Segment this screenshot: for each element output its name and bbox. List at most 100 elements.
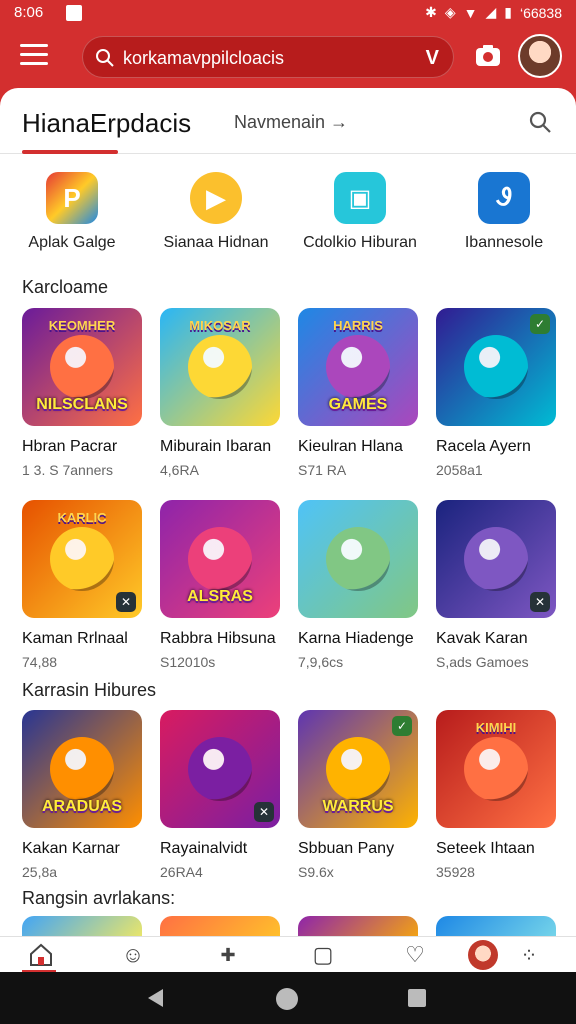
- game-meta: S9.6x: [298, 864, 334, 880]
- tab-active[interactable]: HianaErpdacis: [22, 108, 191, 139]
- search-input[interactable]: korkamavppilcloacis: [123, 48, 284, 69]
- search-icon: [96, 49, 114, 67]
- gamepad-icon[interactable]: ✚: [213, 941, 243, 969]
- status-time: 8:06: [14, 4, 44, 21]
- app-icon: P: [46, 172, 98, 224]
- game-tile[interactable]: MIKOSAR Miburain Ibaran 4,6RA: [160, 308, 280, 478]
- game-name: Hbran Pacrar: [22, 438, 118, 455]
- profile-avatar[interactable]: [466, 940, 500, 970]
- game-meta: 4,6RA: [160, 462, 199, 478]
- wifi-icon: ▼: [463, 4, 478, 21]
- game-name: Kavak Karan: [436, 630, 528, 647]
- game-tile[interactable]: KIMIHI Seteek Ihtaan 35928: [436, 710, 556, 880]
- game-meta: 1 3. S 7anners: [22, 462, 114, 478]
- game-tile[interactable]: Karna Hiadenge 7,9,6cs: [298, 500, 418, 670]
- game-tile[interactable]: KEOMHER NILSCLANS Hbran Pacrar 1 3. S 7anne…: [22, 308, 142, 478]
- game-thumbnail[interactable]: ALSRAS: [160, 500, 280, 618]
- game-name: Rabbra Hibsuna: [160, 630, 276, 647]
- avatar[interactable]: [518, 34, 562, 78]
- game-tile[interactable]: ✓ Racela Ayern 2058a1: [436, 308, 556, 478]
- game-name: Kieulran Hlana: [298, 438, 403, 455]
- game-icon: Ꮽ: [478, 172, 530, 224]
- bottom-nav: ☺ ✚ ▢ ♡ ⁘: [0, 936, 576, 973]
- game-thumbnail-partial[interactable]: [298, 916, 418, 936]
- game-character-art: [50, 335, 114, 399]
- game-name: Kakan Karnar: [22, 840, 120, 857]
- game-thumbnail-partial[interactable]: [22, 916, 142, 936]
- game-meta: S,ads Gamoes: [436, 654, 529, 670]
- game-character-art: [464, 335, 528, 399]
- game-tile[interactable]: ✕ Rayainalvidt 26RA4: [160, 710, 280, 880]
- game-logo-text: HARRIS: [333, 318, 383, 333]
- voice-search-icon[interactable]: V: [426, 47, 439, 70]
- game-tile[interactable]: KARLIC ✕ Kaman Rrlnaal 74,88: [22, 500, 142, 670]
- favorites-icon[interactable]: ♡: [400, 941, 430, 969]
- game-thumbnail[interactable]: HARRIS GAMES: [298, 308, 418, 426]
- game-meta: 26RA4: [160, 864, 203, 880]
- game-thumbnail[interactable]: KEOMHER NILSCLANS: [22, 308, 142, 426]
- game-name: Karna Hiadenge: [298, 630, 414, 647]
- vibrate-icon: ◈: [444, 4, 456, 20]
- tab-secondary[interactable]: Navmenain →: [234, 112, 348, 133]
- game-tile[interactable]: ALSRAS Rabbra Hibsuna S12010s: [160, 500, 280, 670]
- game-thumbnail[interactable]: ✕: [436, 500, 556, 618]
- quick-action-label: Sianaa Hidnan: [163, 234, 269, 251]
- quick-action[interactable]: P Aplak Galge: [0, 172, 144, 252]
- tool-icon: ✕: [116, 592, 136, 612]
- tool-icon: ✕: [530, 592, 550, 612]
- apps-icon[interactable]: ⁘: [514, 941, 544, 969]
- game-meta: S71 RA: [298, 462, 347, 478]
- menu-icon[interactable]: [20, 44, 48, 68]
- quick-action-label: Aplak Galge: [28, 234, 116, 251]
- battery-icon: ▮: [504, 4, 512, 20]
- ninja-icon[interactable]: ☺: [118, 941, 148, 969]
- section-title: Karcloame: [22, 277, 109, 297]
- game-thumbnail[interactable]: ARADUAS: [22, 710, 142, 828]
- game-tile[interactable]: HARRIS GAMES Kieulran Hlana S71 RA: [298, 308, 418, 478]
- game-thumbnail-partial[interactable]: [436, 916, 556, 936]
- bluetooth-icon: ✱: [425, 4, 437, 20]
- quick-action[interactable]: ▣ Cdolkio Hiburan: [288, 172, 432, 252]
- search-bar[interactable]: korkamavppilcloacis V: [82, 36, 454, 78]
- game-tile[interactable]: ✕ Kavak Karan S,ads Gamoes: [436, 500, 556, 670]
- game-thumbnail[interactable]: KIMIHI: [436, 710, 556, 828]
- game-thumbnail[interactable]: [298, 500, 418, 618]
- camera-icon[interactable]: [474, 42, 502, 70]
- library-icon[interactable]: ▢: [308, 941, 338, 969]
- game-thumbnail[interactable]: ✕: [160, 710, 280, 828]
- game-tile[interactable]: WARRUS ✓ Sbbuan Pany S9.6x: [298, 710, 418, 880]
- game-logo-text: MIKOSAR: [189, 318, 251, 333]
- status-icons: ✱ ◈ ▼ ◢ ▮ ‘66838: [425, 4, 562, 21]
- status-bar: 8:06 ✱ ◈ ▼ ◢ ▮ ‘66838: [0, 0, 576, 28]
- game-character-art: [326, 527, 390, 591]
- check-icon: ✓: [530, 314, 550, 334]
- game-logo-text: KIMIHI: [475, 720, 517, 735]
- game-thumbnail[interactable]: ✓: [436, 308, 556, 426]
- game-tile[interactable]: ARADUAS Kakan Karnar 25,8a: [22, 710, 142, 880]
- play-icon: ▶: [190, 172, 242, 224]
- search-icon[interactable]: [528, 110, 552, 134]
- tab-bar: HianaErpdacis Navmenain →: [0, 88, 576, 154]
- game-thumbnail-partial[interactable]: [160, 916, 280, 936]
- back-icon[interactable]: [148, 989, 163, 1007]
- recents-icon[interactable]: [408, 989, 426, 1007]
- quick-action[interactable]: ▶ Sianaa Hidnan: [144, 172, 288, 252]
- home-icon[interactable]: [26, 941, 56, 969]
- game-name: Sbbuan Pany: [298, 840, 395, 857]
- quick-actions: P Aplak Galge ▶ Sianaa Hidnan ▣ Cdolkio …: [0, 172, 576, 262]
- home-button-icon[interactable]: [276, 988, 298, 1010]
- game-name: Miburain Ibaran: [160, 438, 272, 455]
- game-logo-text: NILSCLANS: [36, 396, 128, 413]
- game-meta: 25,8a: [22, 864, 58, 880]
- game-thumbnail[interactable]: WARRUS ✓: [298, 710, 418, 828]
- game-thumbnail[interactable]: KARLIC ✕: [22, 500, 142, 618]
- signal-icon: ◢: [485, 4, 497, 20]
- check-icon: ✓: [392, 716, 412, 736]
- quick-action[interactable]: Ꮽ Ibannesole: [432, 172, 576, 252]
- game-logo-text: KARLIC: [57, 510, 107, 525]
- game-meta: 35928: [436, 864, 475, 880]
- game-character-art: [464, 737, 528, 801]
- game-logo-text: KEOMHER: [48, 318, 116, 333]
- game-meta: S12010s: [160, 654, 216, 670]
- game-thumbnail[interactable]: MIKOSAR: [160, 308, 280, 426]
